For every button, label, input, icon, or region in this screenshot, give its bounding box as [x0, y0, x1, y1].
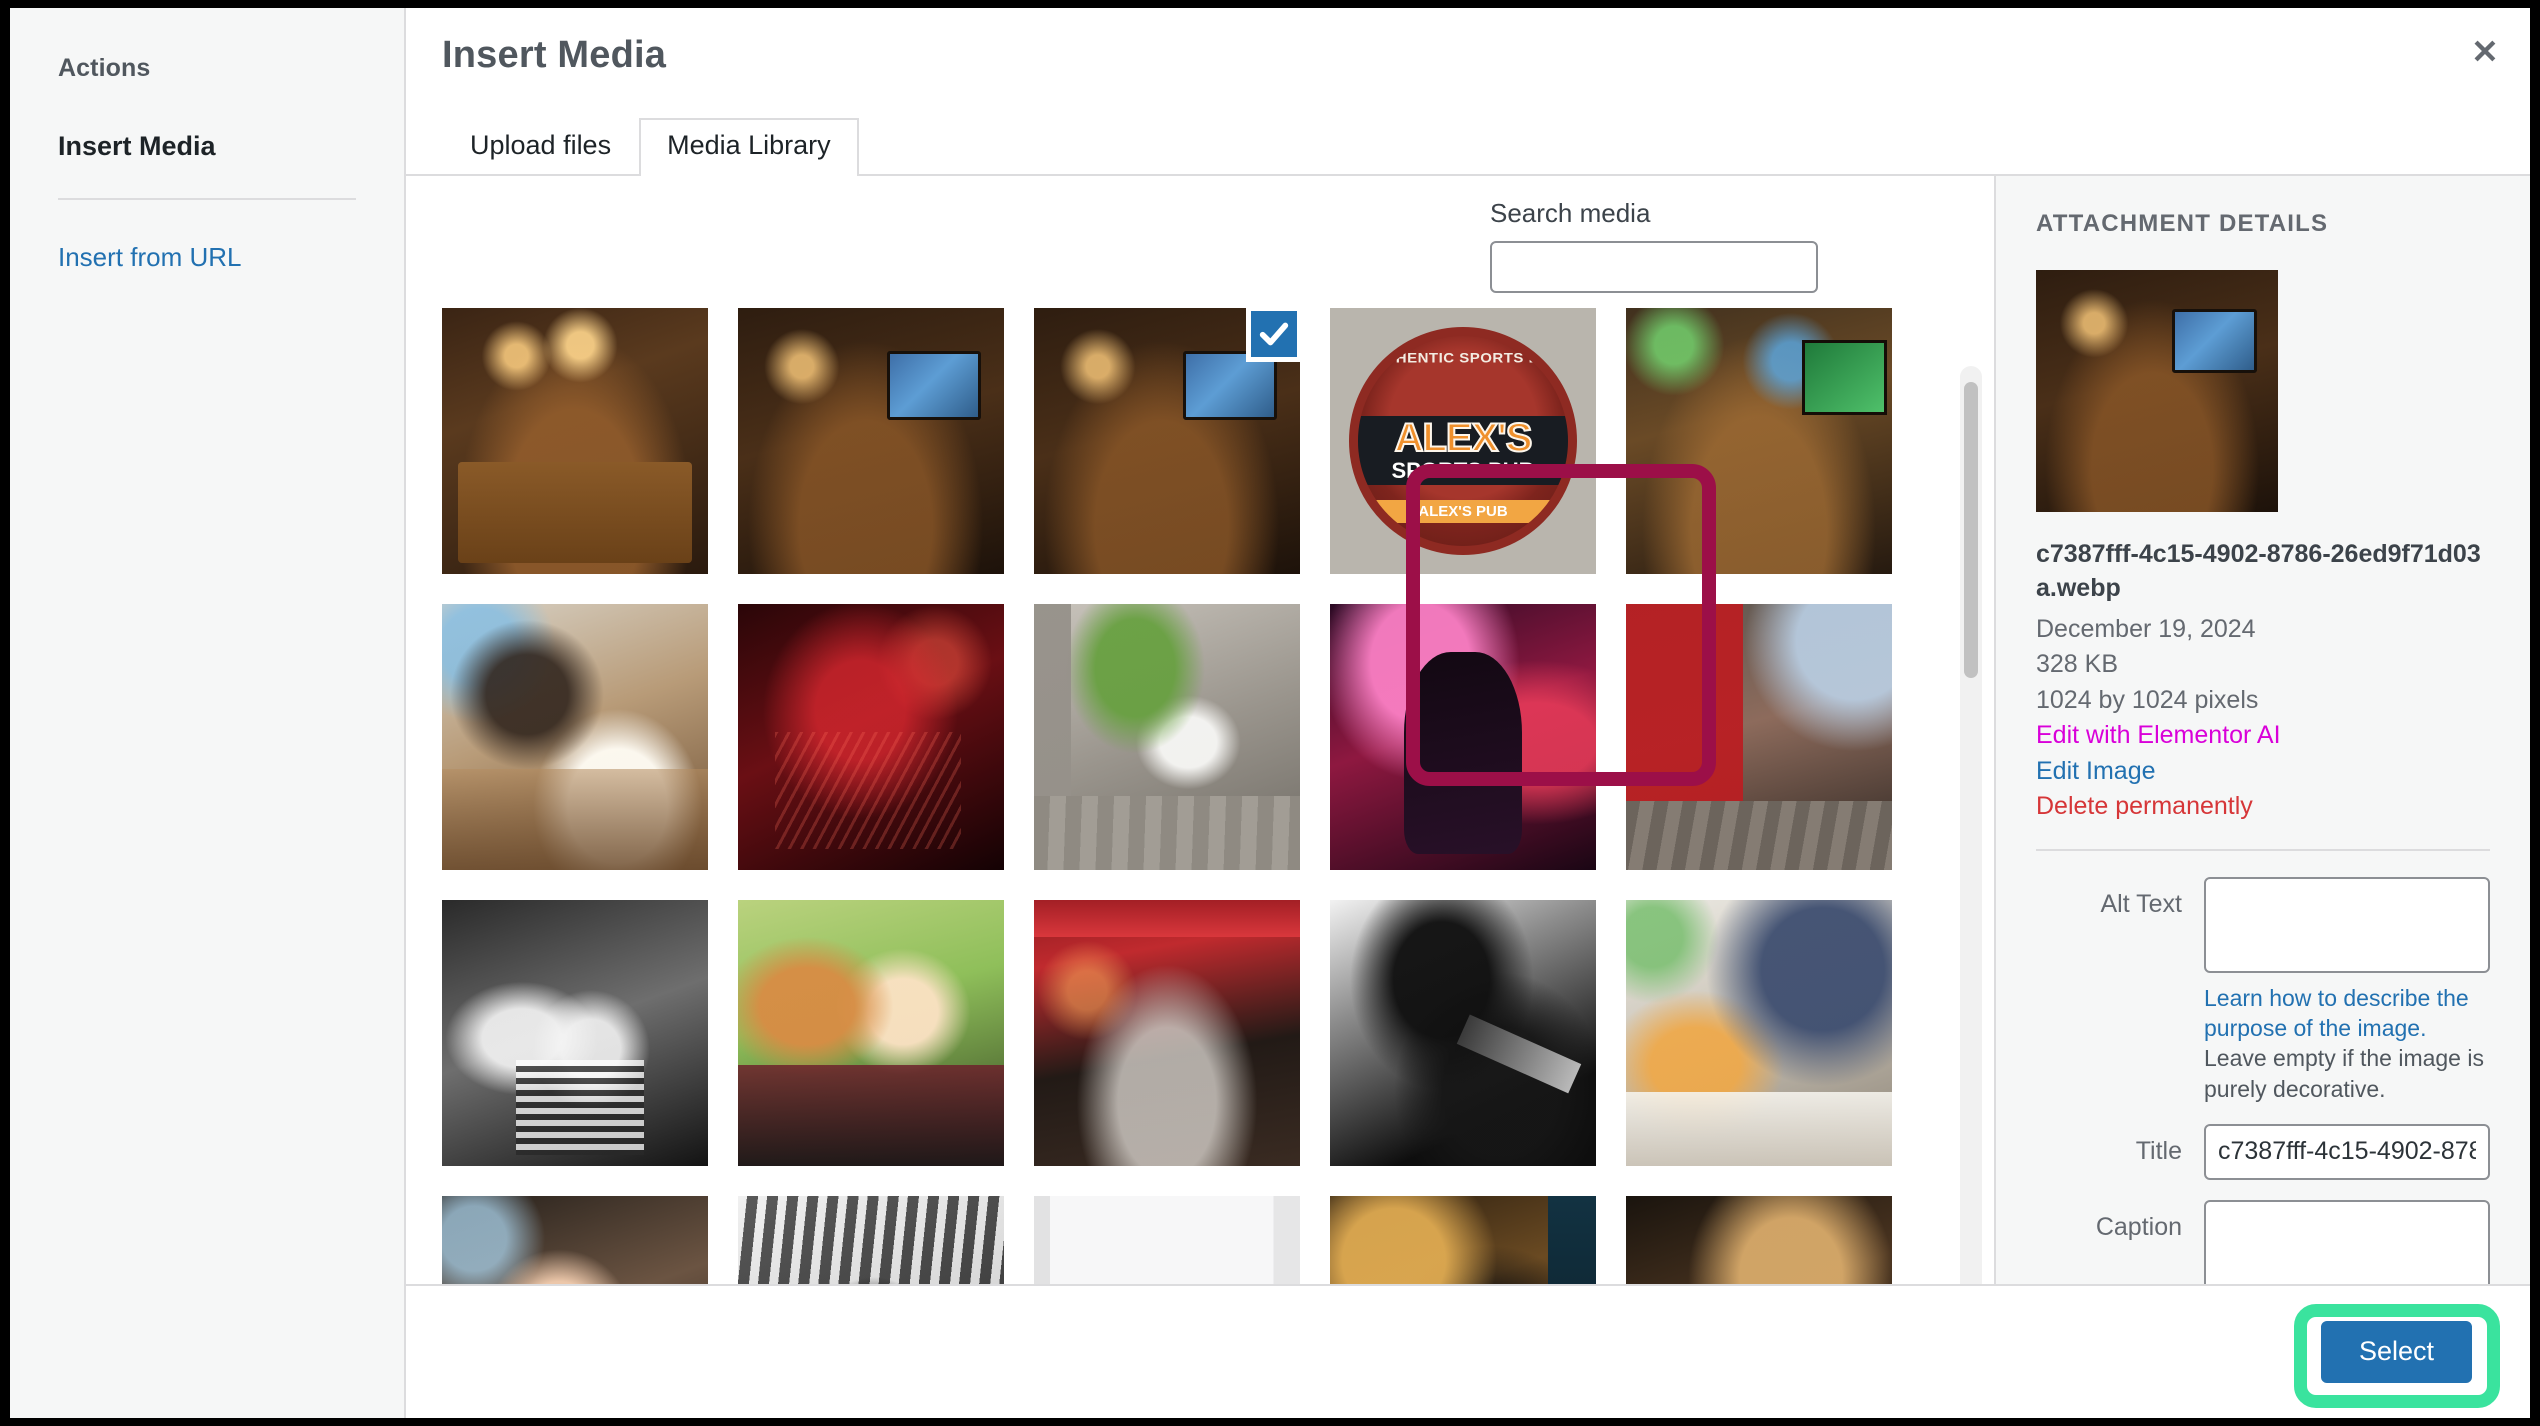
- media-grid: AUTHENTIC SPORTS BAR ALEX'S SPORTS PUB ALEX…: [442, 298, 1946, 1284]
- media-thumbnail-sports-bar-beer-screens[interactable]: [1626, 308, 1892, 574]
- pub-logo-main-text: ALEX'S: [1394, 416, 1534, 461]
- thumbnail-image: [1034, 1196, 1300, 1284]
- media-thumbnail-two-men-beer-outdoors[interactable]: [738, 900, 1004, 1166]
- media-thumbnail-pub-friends-laughing-warm[interactable]: [442, 308, 708, 574]
- media-thumbnail-bw-guitarist-performing[interactable]: [1330, 900, 1596, 1166]
- search-label: Search media: [1490, 198, 1651, 228]
- check-icon[interactable]: [1246, 308, 1300, 362]
- media-thumbnail-alexs-sports-pub-logo[interactable]: AUTHENTIC SPORTS BAR ALEX'S SPORTS PUB ALEX…: [1330, 308, 1596, 574]
- grid-scrollbar-thumb[interactable]: [1964, 382, 1978, 678]
- thumbnail-image: [1034, 604, 1300, 870]
- thumbnail-image: [1330, 1196, 1596, 1284]
- thumbnail-image: [1626, 900, 1892, 1166]
- thumbnail-image: [738, 1196, 1004, 1284]
- alt-text-label: Alt Text: [2100, 889, 2182, 918]
- alt-text-input[interactable]: [2204, 876, 2490, 973]
- select-button[interactable]: Select: [2320, 1321, 2472, 1383]
- thumbnail-image: [1626, 1196, 1892, 1284]
- grid-scrollbar[interactable]: [1960, 366, 1982, 1284]
- modal-content: Search media AUTHENTIC SPORTS BAR ALEX'S S…: [406, 176, 2530, 1284]
- thumbnail-image: [1330, 900, 1596, 1166]
- media-thumbnail-red-neon-couple[interactable]: [738, 604, 1004, 870]
- search-area: Search media: [406, 176, 1994, 298]
- media-thumbnail-pub-tv-table-group-selected[interactable]: [1034, 308, 1300, 574]
- pub-logo-arc-text: AUTHENTIC SPORTS BAR: [1363, 351, 1563, 367]
- media-thumbnail-bartender-pouring-drink[interactable]: [1330, 1196, 1596, 1284]
- media-thumbnail-woman-yellow-smiling[interactable]: [442, 1196, 708, 1284]
- thumbnail-image: [1330, 604, 1596, 870]
- sidebar-item-insert-media[interactable]: Insert Media: [58, 131, 356, 162]
- thumbnail-image: [1034, 900, 1300, 1166]
- media-thumbnail-pub-crowd-tv-screen[interactable]: [738, 308, 1004, 574]
- sidebar-divider: [58, 198, 356, 200]
- modal-footer: Select: [406, 1284, 2530, 1418]
- pub-logo-sub-text: SPORTS PUB: [1391, 458, 1535, 484]
- media-thumbnail-woman-eating-brunch[interactable]: [442, 604, 708, 870]
- pub-logo-badge: AUTHENTIC SPORTS BAR ALEX'S SPORTS PUB ALEX…: [1348, 326, 1578, 556]
- tab-media-library[interactable]: Media Library: [639, 118, 859, 176]
- thumbnail-image: [442, 900, 708, 1166]
- media-thumbnail-temple-bar-red-street[interactable]: [1626, 604, 1892, 870]
- title-label: Title: [2135, 1136, 2182, 1165]
- actions-sidebar: Actions Insert Media Insert from URL: [10, 8, 406, 1418]
- thumbnail-image: [738, 900, 1004, 1166]
- pub-logo-band: ALEX'S SPORTS PUB: [1357, 416, 1569, 485]
- title-field-row: Title: [2036, 1123, 2490, 1180]
- thumbnail-image: [738, 604, 1004, 870]
- media-thumbnail-blonde-woman-bar[interactable]: [1626, 1196, 1892, 1284]
- sidebar-item-insert-from-url[interactable]: Insert from URL: [58, 242, 356, 273]
- page-title: Insert Media: [442, 34, 667, 76]
- alt-text-help-link[interactable]: Learn how to describe the purpose of the…: [2204, 985, 2469, 1041]
- media-thumbnail-white-panel-placeholder[interactable]: [1034, 1196, 1300, 1284]
- attachment-preview-thumbnail[interactable]: [2036, 270, 2278, 512]
- alt-text-field-row: Alt Text Learn how to describe the purpo…: [2036, 876, 2490, 1104]
- search-input[interactable]: [1490, 241, 1818, 293]
- details-divider: [2036, 848, 2490, 851]
- edit-image-link[interactable]: Edit Image: [2036, 754, 2490, 790]
- attachment-details-heading: ATTACHMENT DETAILS: [2036, 210, 2329, 237]
- media-thumbnail-street-cafe-terrace[interactable]: [1034, 604, 1300, 870]
- thumbnail-image: [738, 308, 1004, 574]
- close-icon[interactable]: ✕: [2456, 22, 2514, 80]
- alt-text-help: Learn how to describe the purpose of the…: [2204, 983, 2490, 1104]
- tab-upload-files[interactable]: Upload files: [442, 118, 639, 174]
- thumbnail-image: [442, 1196, 708, 1284]
- attachment-details-pane: ATTACHMENT DETAILS c7387fff-4c15-4902-87…: [1994, 176, 2530, 1284]
- thumbnail-image: [442, 308, 708, 574]
- media-grid-pane: Search media AUTHENTIC SPORTS BAR ALEX'S S…: [406, 176, 1994, 1284]
- edit-with-elementor-ai-link[interactable]: Edit with Elementor AI: [2036, 718, 2490, 754]
- browser-viewport: Actions Insert Media Insert from URL Ins…: [10, 8, 2530, 1418]
- delete-permanently-link[interactable]: Delete permanently: [2036, 789, 2490, 825]
- media-grid-scroll-region[interactable]: AUTHENTIC SPORTS BAR ALEX'S SPORTS PUB ALEX…: [406, 298, 1994, 1284]
- alt-text-help-rest: Leave empty if the image is purely decor…: [2204, 1045, 2484, 1102]
- media-thumbnail-bw-couple-smiling[interactable]: [442, 900, 708, 1166]
- pub-logo-ribbon-text: ALEX'S PUB: [1374, 500, 1552, 524]
- media-thumbnail-bw-bar-bottles[interactable]: [738, 1196, 1004, 1284]
- modal-tab-bar: Upload files Media Library: [406, 116, 2530, 176]
- thumbnail-image: [442, 604, 708, 870]
- caption-field-row: Caption: [2036, 1199, 2490, 1284]
- attachment-filesize: 328 KB: [2036, 650, 2119, 678]
- thumbnail-image: [1626, 604, 1892, 870]
- thumbnail-image: AUTHENTIC SPORTS BAR ALEX'S SPORTS PUB ALEX…: [1330, 308, 1596, 574]
- caption-label: Caption: [2095, 1212, 2182, 1241]
- media-thumbnail-dj-pink-neon-booth[interactable]: [1330, 604, 1596, 870]
- attachment-dimensions: 1024 by 1024 pixels: [2036, 685, 2259, 714]
- modal-header: Insert Media ✕: [406, 8, 2530, 116]
- thumbnail-image: [1626, 308, 1892, 574]
- caption-input[interactable]: [2204, 1199, 2490, 1284]
- attachment-filename: c7387fff-4c15-4902-8786-26ed9f71d03a.web…: [2036, 540, 2481, 602]
- media-thumbnail-paris-cafe-red-awning[interactable]: [1034, 900, 1300, 1166]
- attachment-date: December 19, 2024: [2036, 614, 2256, 643]
- title-input[interactable]: [2204, 1123, 2490, 1180]
- insert-media-modal: Insert Media ✕ Upload files Media Librar…: [406, 8, 2530, 1418]
- media-thumbnail-friends-sharing-table-food[interactable]: [1626, 900, 1892, 1166]
- sidebar-heading: Actions: [58, 54, 151, 82]
